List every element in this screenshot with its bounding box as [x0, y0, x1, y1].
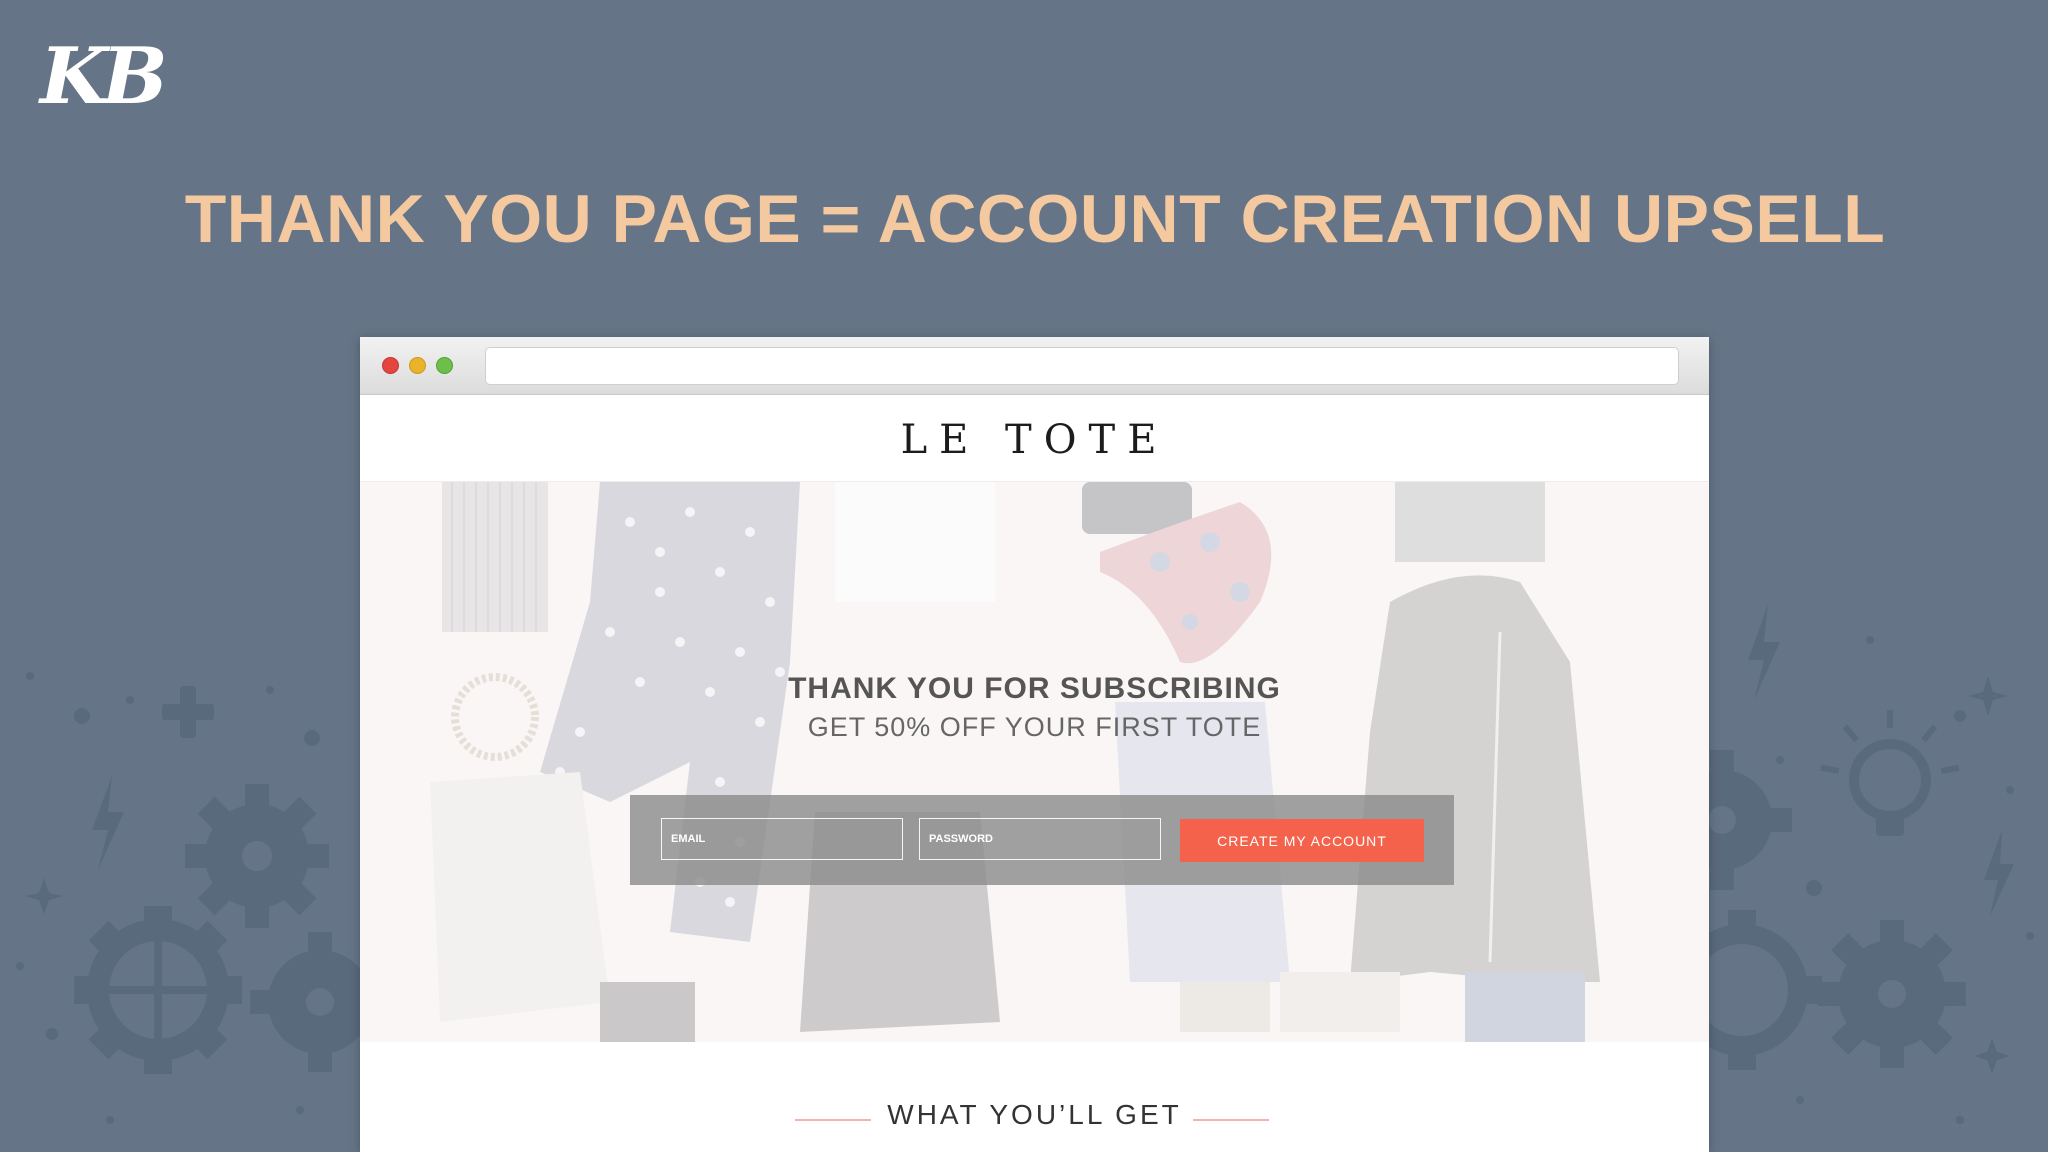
- email-field[interactable]: [661, 818, 903, 860]
- gear-icon: [1818, 920, 1966, 1068]
- browser-toolbar: [360, 337, 1709, 395]
- discount-subheading: GET 50% OFF YOUR FIRST TOTE: [807, 712, 1262, 742]
- gear-icon: [185, 784, 329, 928]
- brand-logo[interactable]: LE TOTE: [360, 417, 1709, 463]
- slide-headline: THANK YOU PAGE = ACCOUNT CREATION UPSELL: [184, 181, 1886, 257]
- account-creation-form: CREATE MY ACCOUNT: [630, 795, 1454, 885]
- divider: [1193, 1119, 1269, 1121]
- kb-logo: KB: [40, 31, 168, 122]
- plus-icon: [162, 686, 214, 738]
- hero-section: THANK YOU FOR SUBSCRIBING GET 50% OFF YO…: [360, 482, 1709, 1042]
- close-window-button[interactable]: [382, 357, 399, 374]
- maximize-window-button[interactable]: [436, 357, 453, 374]
- sparkle-icon: [1968, 676, 2008, 716]
- section-title: WHAT YOU’LL GET: [887, 1099, 1182, 1130]
- lightning-icon: [1984, 830, 2014, 916]
- create-account-button[interactable]: CREATE MY ACCOUNT: [1180, 819, 1424, 862]
- sparkle-icon: [1974, 1038, 2010, 1074]
- sparkle-icon: [25, 878, 63, 914]
- lightning-icon: [92, 776, 124, 870]
- browser-window: LE TOTE THANK YOU FOR SUBSCRIBING GET 50…: [360, 337, 1709, 1152]
- thank-you-heading: THANK YOU FOR SUBSCRIBING: [788, 672, 1281, 705]
- gear-icon: [74, 906, 242, 1074]
- hero-overlay: [360, 482, 1709, 1042]
- site-header: LE TOTE: [360, 395, 1709, 482]
- lightbulb-icon: [1820, 710, 1960, 836]
- what-youll-get-heading-row: WHAT YOU’LL GET: [360, 1099, 1709, 1139]
- minimize-window-button[interactable]: [409, 357, 426, 374]
- lightning-icon: [1748, 604, 1780, 700]
- password-field[interactable]: [919, 818, 1161, 860]
- address-bar[interactable]: [485, 347, 1679, 385]
